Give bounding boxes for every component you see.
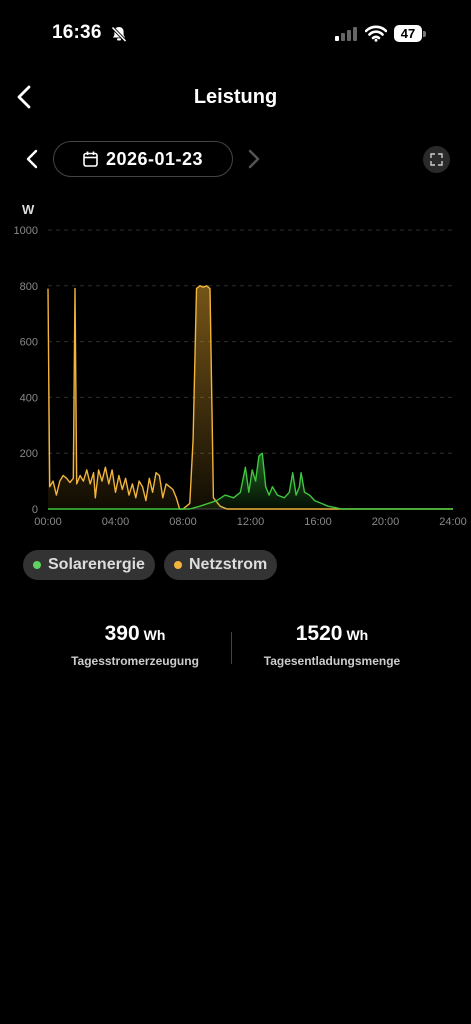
stat-daily-discharge: 1520 Wh Tagesentladungsmenge — [217, 622, 447, 668]
x-tick-label: 20:00 — [372, 516, 400, 528]
next-day-button[interactable] — [245, 148, 263, 170]
battery-tip — [423, 31, 426, 37]
previous-day-button[interactable] — [23, 148, 41, 170]
x-tick-label: 04:00 — [102, 516, 130, 528]
legend-solarenergie[interactable]: Solarenergie — [23, 550, 155, 580]
stat-unit: Wh — [346, 627, 369, 643]
status-time: 16:36 — [52, 22, 102, 43]
calendar-icon — [83, 151, 98, 167]
stat-value: 1520 — [295, 622, 343, 645]
stat-caption: Tagesentladungsmenge — [263, 654, 401, 668]
expand-icon — [430, 153, 443, 166]
stat-daily-generation: 390 Wh Tagesstromerzeugung — [20, 622, 250, 668]
stat-unit: Wh — [143, 627, 166, 643]
cellular-signal-icon — [335, 27, 357, 41]
stat-value: 390 — [104, 622, 140, 645]
expand-button[interactable] — [423, 146, 450, 173]
y-tick-label: 800 — [20, 281, 38, 293]
legend-netzstrom[interactable]: Netzstrom — [164, 550, 278, 580]
x-tick-label: 24:00 — [439, 516, 467, 528]
legend-label: Netzstrom — [189, 556, 268, 573]
power-chart[interactable]: 0 200 400 600 800 1000 00:00 04:00 08:00 12:00 16… — [0, 215, 471, 535]
page-title: Leistung — [193, 86, 278, 108]
x-tick-label: 00:00 — [34, 516, 62, 528]
x-tick-label: 16:00 — [304, 516, 332, 528]
y-tick-label: 1000 — [14, 225, 38, 237]
x-tick-label: 12:00 — [237, 516, 265, 528]
y-tick-label: 600 — [20, 337, 38, 349]
x-tick-label: 08:00 — [169, 516, 197, 528]
battery-icon: 47 — [394, 25, 422, 42]
legend-label: Solarenergie — [48, 556, 145, 573]
wifi-icon — [365, 25, 387, 42]
legend-dot-solar — [33, 561, 41, 569]
date-label: 2026-01-23 — [105, 148, 204, 169]
legend-dot-grid — [174, 561, 182, 569]
y-tick-label: 0 — [32, 504, 38, 516]
date-picker-button[interactable]: 2026-01-23 — [53, 141, 233, 177]
stat-caption: Tagesstromerzeugung — [71, 654, 199, 668]
bell-slash-icon — [111, 26, 127, 43]
y-tick-label: 200 — [20, 448, 38, 460]
y-tick-label: 400 — [20, 392, 38, 404]
